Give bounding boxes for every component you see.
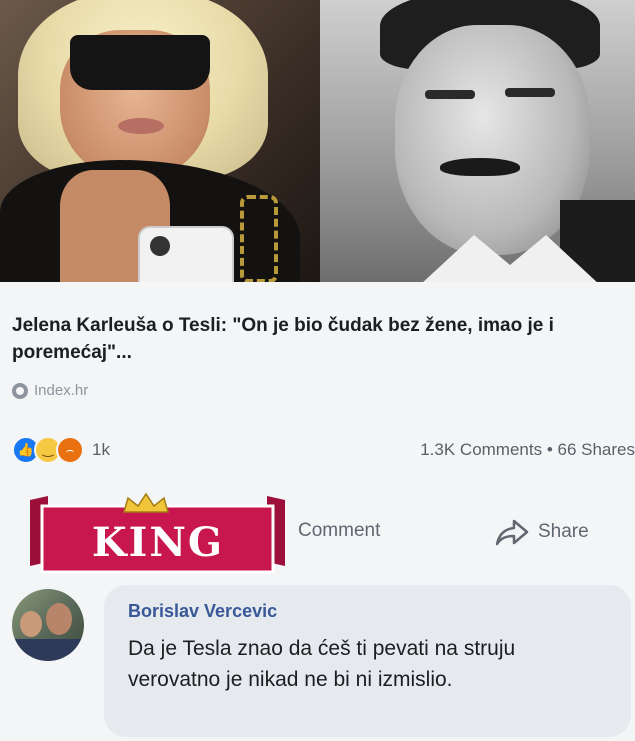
reactions-count: 1k (92, 440, 110, 459)
comment-author[interactable]: Borislav Vercevic (128, 601, 277, 622)
lips-shape (118, 118, 164, 134)
chain-shape (240, 195, 278, 282)
avatar-shirt-shape (12, 639, 84, 661)
comments-shares-count[interactable]: 1.3K Comments • 66 Shares (420, 440, 635, 460)
globe-icon (12, 382, 28, 399)
avatar[interactable] (12, 589, 84, 661)
post-headline[interactable]: Jelena Karleuša o Tesli: "On je bio čuda… (12, 312, 622, 366)
avatar-face-shape (46, 603, 72, 635)
phone-camera-shape (150, 236, 170, 256)
share-button[interactable]: Share (494, 518, 589, 546)
sunglasses-shape (70, 35, 210, 90)
link-source[interactable]: Index.hr (12, 382, 88, 399)
share-label: Share (538, 521, 589, 542)
phone-shape (138, 226, 234, 282)
photo-woman (0, 0, 320, 282)
comment-button[interactable]: Comment (298, 520, 380, 542)
svg-text:KING: KING (92, 519, 224, 566)
comment-bubble: Borislav Vercevic Da je Tesla znao da će… (104, 585, 631, 737)
reactions-summary[interactable]: 👍 ‿ ⌢ 1k (12, 436, 110, 464)
eyebrow-shape (425, 90, 475, 99)
king-watermark-logo: KING (30, 492, 285, 574)
eyebrow-shape (505, 88, 555, 97)
avatar-face-shape (20, 611, 42, 637)
share-icon (495, 519, 529, 546)
comment-item: Borislav Vercevic Da je Tesla znao da će… (8, 585, 635, 741)
source-domain: Index.hr (34, 382, 89, 399)
link-preview-image[interactable] (0, 0, 635, 282)
comment-text: Da je Tesla znao da ćeš ti pevati na str… (128, 637, 516, 691)
mustache-shape (440, 158, 520, 176)
angry-icon: ⌢ (56, 436, 84, 464)
